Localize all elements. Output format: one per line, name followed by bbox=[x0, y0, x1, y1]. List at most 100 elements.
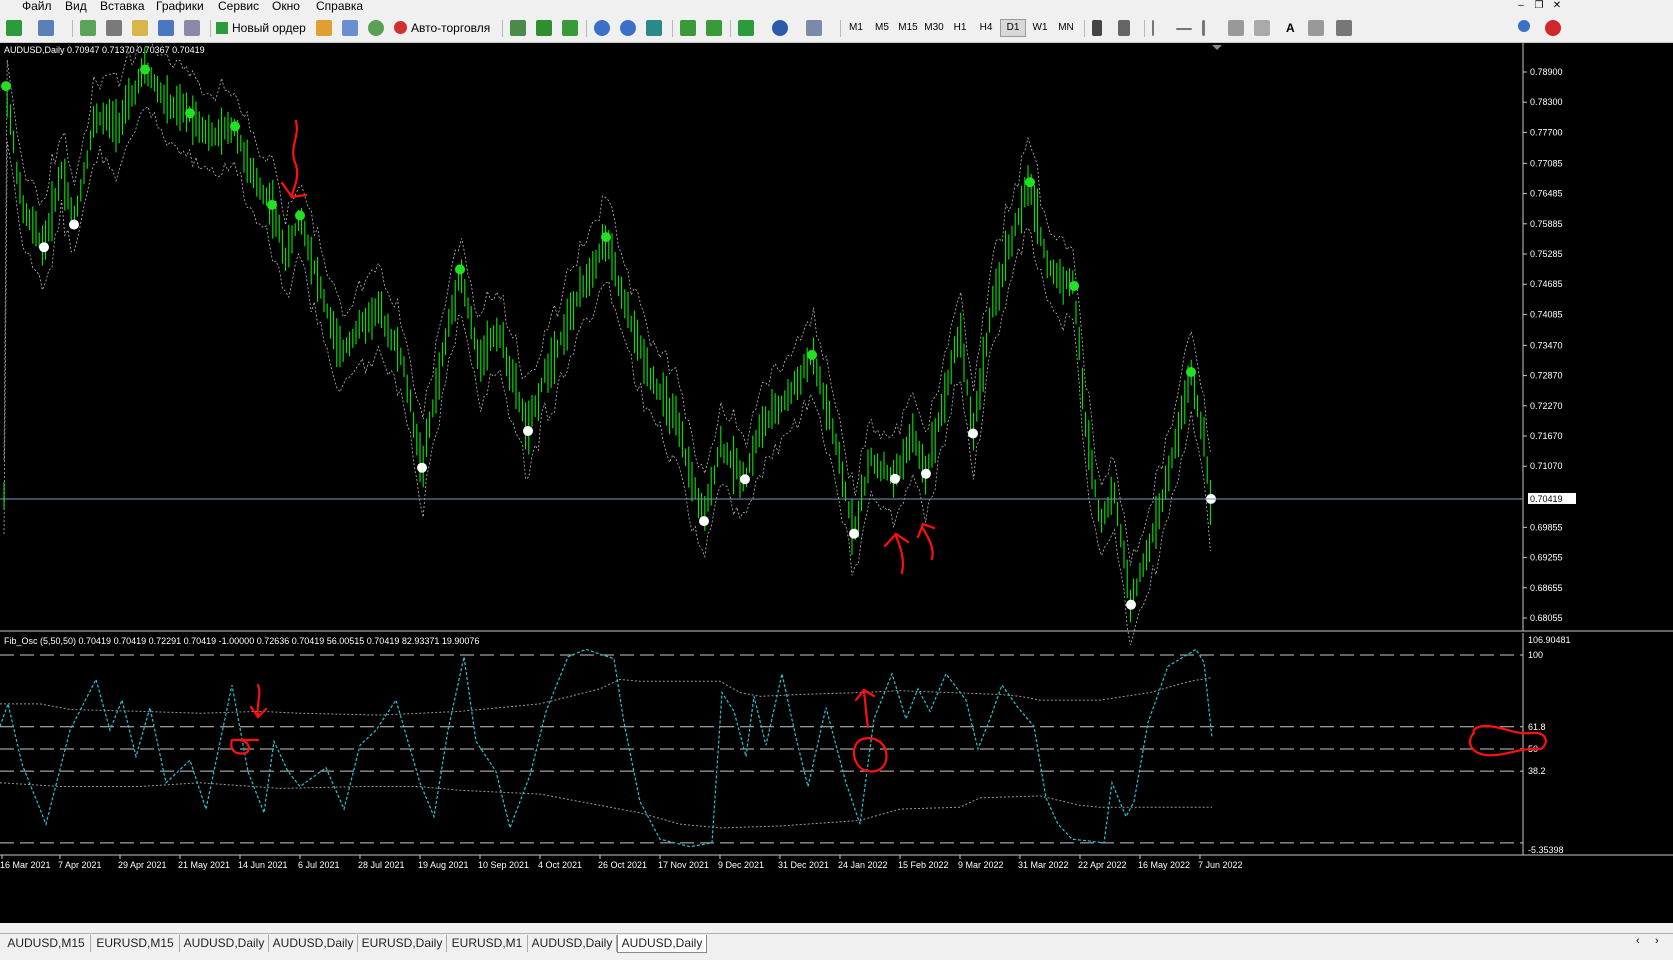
close-icon[interactable]: ✕ bbox=[1550, 0, 1564, 12]
notifications-icon[interactable] bbox=[1545, 20, 1561, 36]
restore-icon[interactable]: ❐ bbox=[1532, 0, 1546, 12]
timeframe-h4[interactable]: H4 bbox=[974, 20, 998, 36]
terminal-icon[interactable] bbox=[158, 20, 174, 36]
time-tick-label: 7 Apr 2021 bbox=[58, 860, 102, 870]
menu-file[interactable]: Файл bbox=[22, 0, 52, 13]
zoom-in-icon[interactable] bbox=[594, 20, 610, 36]
time-tick-label: 15 Feb 2022 bbox=[898, 860, 949, 870]
swing-high-dot bbox=[1069, 280, 1079, 291]
annotation-arrow-up-3 bbox=[854, 688, 876, 729]
oscillator-title: Fib_Osc (5,50,50) 0.70419 0.70419 0.7229… bbox=[4, 636, 479, 646]
auto-scroll-icon[interactable] bbox=[680, 20, 696, 36]
crosshair-icon[interactable] bbox=[1118, 20, 1130, 36]
tab-chart-7[interactable]: AUDUSD,Daily bbox=[528, 935, 617, 952]
timeframe-d1[interactable]: D1 bbox=[1000, 19, 1026, 37]
tab-chart-4[interactable]: AUDUSD,Daily bbox=[269, 935, 358, 952]
line-chart-icon[interactable] bbox=[562, 20, 578, 36]
time-tick-label: 29 Apr 2021 bbox=[118, 860, 167, 870]
market-watch-icon[interactable] bbox=[80, 20, 96, 36]
chart-window[interactable]: AUDUSD,Daily 0.70947 0.71370 0.70367 0.7… bbox=[0, 43, 1673, 923]
annotation-circle-2 bbox=[852, 737, 888, 773]
time-tick-label: 31 Dec 2021 bbox=[778, 860, 829, 870]
arrows-icon[interactable] bbox=[1336, 20, 1352, 36]
new-chart-icon[interactable] bbox=[6, 20, 22, 36]
price-tick-label: 0.75885 bbox=[1530, 219, 1563, 229]
time-tick-label: 17 Nov 2021 bbox=[658, 860, 709, 870]
tile-windows-icon[interactable] bbox=[646, 20, 662, 36]
hand-annotations bbox=[230, 119, 1547, 773]
tab-chart-8-active[interactable]: AUDUSD,Daily bbox=[617, 935, 707, 953]
timeframe-m15[interactable]: M15 bbox=[896, 20, 920, 36]
time-tick-label: 14 Jun 2021 bbox=[238, 860, 288, 870]
menu-tools[interactable]: Сервис bbox=[218, 0, 259, 13]
channel-icon[interactable] bbox=[1228, 20, 1244, 36]
tester-icon[interactable] bbox=[184, 20, 200, 36]
bar-chart-icon[interactable] bbox=[510, 20, 526, 36]
price-tick-label: 0.76485 bbox=[1530, 189, 1563, 199]
tab-chart-1[interactable]: AUDUSD,M15 bbox=[2, 935, 91, 952]
new-order-label: Новый ордер bbox=[232, 21, 306, 35]
envelope-upper bbox=[3, 43, 1211, 566]
oscillator-main-line bbox=[0, 648, 1213, 848]
zoom-out-icon[interactable] bbox=[620, 20, 636, 36]
templates-icon[interactable] bbox=[806, 20, 822, 36]
vertical-line-icon[interactable] bbox=[1152, 20, 1154, 36]
metaeditor-icon[interactable] bbox=[316, 20, 332, 36]
menu-charts[interactable]: Графики bbox=[156, 0, 204, 13]
swing-high-dot bbox=[267, 199, 277, 210]
text-icon[interactable]: A bbox=[1286, 17, 1295, 39]
chart-title: AUDUSD,Daily 0.70947 0.71370 0.70367 0.7… bbox=[4, 45, 205, 55]
price-tick-label: 0.68655 bbox=[1530, 583, 1563, 593]
oscillator-level-label: 61.8 bbox=[1528, 722, 1546, 732]
menu-help[interactable]: Справка bbox=[316, 0, 363, 13]
menu-insert[interactable]: Вставка bbox=[100, 0, 145, 13]
tab-chart-6[interactable]: EURUSD,M1 bbox=[447, 935, 528, 952]
menu-view[interactable]: Вид bbox=[65, 0, 87, 13]
signals-icon[interactable] bbox=[342, 20, 358, 36]
market-icon[interactable] bbox=[368, 20, 384, 36]
chart-shift-icon[interactable] bbox=[706, 20, 722, 36]
menu-bar: Файл Вид Вставка Графики Сервис Окно Спр… bbox=[0, 0, 1673, 13]
swing-low-dot bbox=[417, 462, 427, 473]
tab-scroll-right-icon[interactable]: › bbox=[1655, 935, 1659, 947]
new-order-button[interactable]: Новый ордер bbox=[216, 17, 306, 39]
timeframe-w1[interactable]: W1 bbox=[1028, 20, 1052, 36]
tab-chart-2[interactable]: EURUSD,M15 bbox=[91, 935, 180, 952]
timeframe-m1[interactable]: M1 bbox=[844, 20, 868, 36]
price-axis: 0.78900 0.78300 0.77700 0.77085 0.76485 0.758… bbox=[1523, 67, 1563, 623]
navigator-icon[interactable] bbox=[106, 20, 122, 36]
swing-pivots bbox=[1, 64, 1216, 610]
periods-icon[interactable] bbox=[772, 20, 788, 36]
search-icon[interactable] bbox=[1518, 20, 1530, 32]
price-tick-label: 0.78300 bbox=[1530, 97, 1563, 107]
text-label-icon[interactable] bbox=[1308, 20, 1324, 36]
favorites-icon[interactable] bbox=[132, 20, 148, 36]
oscillator-lower-line bbox=[0, 782, 1212, 829]
timeframe-h1[interactable]: H1 bbox=[948, 20, 972, 36]
annotation-arrow-up-1 bbox=[883, 532, 910, 575]
minimize-icon[interactable]: – bbox=[1514, 0, 1528, 12]
tab-scroll-left-icon[interactable]: ‹ bbox=[1636, 935, 1640, 947]
auto-trading-button[interactable]: Авто-торговля bbox=[394, 17, 490, 39]
menu-window[interactable]: Окно bbox=[272, 0, 300, 13]
annotation-arrow-down-1 bbox=[280, 119, 308, 199]
timeframe-m5[interactable]: M5 bbox=[870, 20, 894, 36]
cursor-icon[interactable] bbox=[1092, 20, 1102, 36]
fibonacci-icon[interactable] bbox=[1254, 20, 1270, 36]
tab-chart-3[interactable]: AUDUSD,Daily bbox=[180, 935, 269, 952]
candlestick-icon[interactable] bbox=[536, 20, 552, 36]
price-tick-label: 0.71070 bbox=[1530, 461, 1563, 471]
time-tick-label: 9 Dec 2021 bbox=[718, 860, 764, 870]
tab-chart-5[interactable]: EURUSD,Daily bbox=[358, 935, 447, 952]
profiles-icon[interactable] bbox=[38, 20, 54, 36]
toolbar: Новый ордер Авто-торговля M1 M5 M15 M30 … bbox=[0, 14, 1673, 43]
trendline-icon[interactable] bbox=[1202, 20, 1205, 36]
indicators-icon[interactable] bbox=[738, 20, 754, 36]
annotation-arrow-up-2 bbox=[916, 522, 936, 561]
swing-high-dot bbox=[1025, 177, 1035, 188]
horizontal-line-icon[interactable] bbox=[1176, 28, 1192, 30]
timeframe-mn[interactable]: MN bbox=[1054, 20, 1078, 36]
time-axis: 16 Mar 2021 7 Apr 2021 29 Apr 2021 21 May 2… bbox=[0, 855, 1243, 870]
timeframe-m30[interactable]: M30 bbox=[922, 20, 946, 36]
swing-low-dot bbox=[39, 242, 49, 253]
